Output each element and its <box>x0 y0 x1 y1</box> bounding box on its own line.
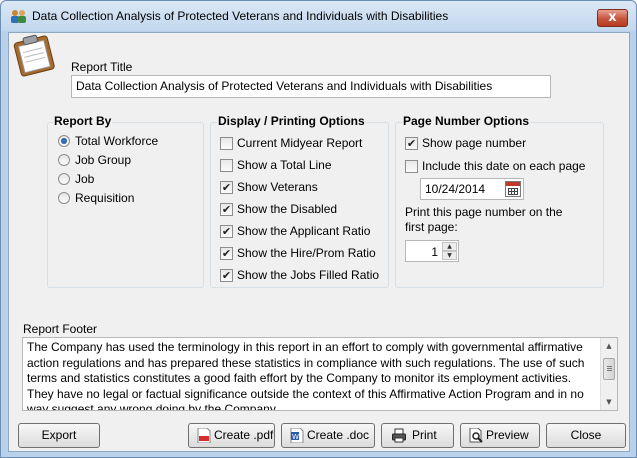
first-page-label-line2: first page: <box>405 220 458 234</box>
calendar-icon[interactable] <box>505 181 521 197</box>
checkbox-label: Show the Applicant Ratio <box>237 224 371 238</box>
checkbox[interactable]: ✔ <box>220 203 233 216</box>
checkbox-label: Current Midyear Report <box>237 136 363 150</box>
checkbox-label: Show the Disabled <box>237 202 338 216</box>
date-input[interactable]: 10/24/2014 <box>420 178 524 200</box>
checkbox[interactable]: ✔ <box>405 137 418 150</box>
window-title: Data Collection Analysis of Protected Ve… <box>32 9 449 23</box>
first-page-label-line1: Print this page number on the <box>405 205 563 219</box>
date-value: 10/24/2014 <box>425 182 486 196</box>
footer-scrollbar[interactable]: ▲ ▼ <box>600 338 617 410</box>
checkbox[interactable]: ✔ <box>220 247 233 260</box>
close-window-button[interactable]: x <box>597 9 628 27</box>
print-button[interactable]: Print <box>381 423 454 448</box>
report-by-title: Report By <box>53 114 113 128</box>
app-people-icon <box>11 10 26 23</box>
first-page-number-stepper[interactable]: 1 ▲ ▼ <box>405 240 459 262</box>
preview-magnifier-icon <box>469 428 483 443</box>
scroll-thumb[interactable] <box>603 358 615 380</box>
report-footer-textarea[interactable]: The Company has used the terminology in … <box>22 337 618 411</box>
radio-label: Requisition <box>75 191 135 205</box>
radio-button[interactable] <box>58 154 70 166</box>
preview-button[interactable]: Preview <box>460 423 540 448</box>
report-title-input[interactable]: Data Collection Analysis of Protected Ve… <box>71 75 551 98</box>
scroll-down-icon[interactable]: ▼ <box>601 394 617 410</box>
close-button[interactable]: Close <box>546 423 626 448</box>
pdf-icon <box>197 428 211 443</box>
export-button[interactable]: Export <box>18 423 100 448</box>
page-number-title: Page Number Options <box>402 114 531 128</box>
checkbox-label: Show Veterans <box>237 180 318 194</box>
close-label: Close <box>570 428 602 442</box>
checkbox[interactable]: ✔ <box>220 181 233 194</box>
checkbox-label: Show the Jobs Filled Ratio <box>237 268 380 282</box>
radio-button[interactable] <box>58 192 70 204</box>
dialog-window: Data Collection Analysis of Protected Ve… <box>0 0 637 458</box>
report-footer-label: Report Footer <box>23 322 98 336</box>
radio-label: Total Workforce <box>75 134 159 148</box>
scroll-up-icon[interactable]: ▲ <box>601 338 617 354</box>
preview-label: Preview <box>486 428 529 442</box>
create-doc-label: Create .doc <box>307 428 370 442</box>
print-label: Print <box>412 428 437 442</box>
checkbox[interactable] <box>405 160 418 173</box>
checkbox-label: Include this date on each page <box>422 159 586 173</box>
checkbox[interactable]: ✔ <box>220 225 233 238</box>
radio-label: Job <box>75 172 95 186</box>
first-page-number-value: 1 <box>431 245 438 259</box>
stepper-down-icon[interactable]: ▼ <box>442 251 457 260</box>
checkbox-label: Show the Hire/Prom Ratio <box>237 246 376 260</box>
svg-text:W: W <box>292 433 299 441</box>
display-options-title: Display / Printing Options <box>217 114 366 128</box>
checkbox[interactable]: ✔ <box>220 269 233 282</box>
create-pdf-label: Create .pdf <box>214 428 274 442</box>
stepper-up-icon[interactable]: ▲ <box>442 242 457 251</box>
dialog-body: Report Title Data Collection Analysis of… <box>8 32 630 452</box>
report-title-label: Report Title <box>71 60 133 74</box>
report-footer-text: The Company has used the terminology in … <box>27 340 585 411</box>
checkbox-label: Show a Total Line <box>237 158 332 172</box>
radio-button[interactable] <box>58 173 70 185</box>
clipboard-icon <box>13 34 55 77</box>
title-bar[interactable]: Data Collection Analysis of Protected Ve… <box>1 1 636 31</box>
radio-label: Job Group <box>75 153 132 167</box>
create-pdf-button[interactable]: Create .pdf <box>188 423 275 448</box>
checkbox[interactable] <box>220 137 233 150</box>
export-label: Export <box>41 428 77 442</box>
checkbox[interactable] <box>220 159 233 172</box>
word-doc-icon: W <box>290 428 304 443</box>
printer-icon <box>392 428 406 443</box>
radio-button[interactable] <box>58 135 70 147</box>
checkbox-label: Show page number <box>422 136 527 150</box>
create-doc-button[interactable]: W Create .doc <box>281 423 375 448</box>
